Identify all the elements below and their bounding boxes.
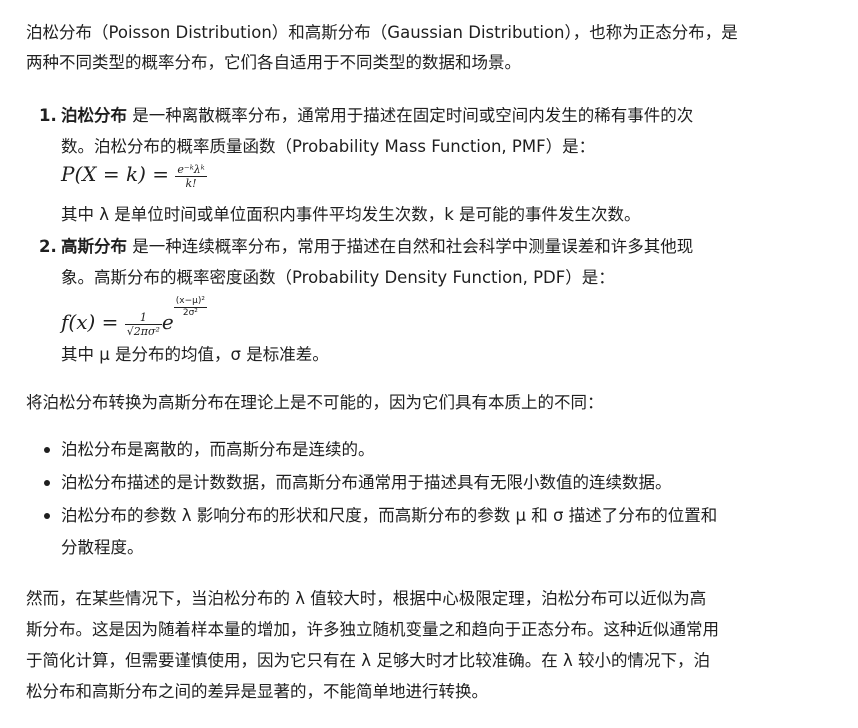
formula-exp-base: e xyxy=(161,310,174,334)
list-number: 1. xyxy=(39,106,57,125)
exponent-denominator: 2σ² xyxy=(182,308,198,318)
formula-denominator: √2πσ² xyxy=(126,325,160,338)
conclusion-line-1: 然而，在某些情况下，当泊松分布的 λ 值较大时，根据中心极限定理，泊松分布可以近… xyxy=(26,589,707,608)
formula-numerator: 1 xyxy=(124,311,162,325)
poisson-pmf-formula: P(X = k) = e⁻ᵏλᵏ k! xyxy=(61,162,207,190)
poisson-desc-1: 是一种离散概率分布，通常用于描述在固定时间或空间内发生的稀有事件的次 xyxy=(127,106,694,125)
conclusion-line-3: 于简化计算，但需要谨慎使用，因为它只有在 λ 足够大时才比较准确。在 λ 较小的… xyxy=(26,651,711,670)
formula-lhs: f(x) = xyxy=(61,310,125,334)
bullet-line-2: 分散程度。 xyxy=(61,538,144,557)
poisson-desc-2: 数。泊松分布的概率质量函数（Probability Mass Function,… xyxy=(61,137,596,156)
intro-paragraph: 泊松分布（Poisson Distribution）和高斯分布（Gaussian… xyxy=(26,18,834,78)
bullet-item: 泊松分布描述的是计数数据，而高斯分布通常用于描述具有无限小数值的连续数据。 xyxy=(61,473,672,492)
poisson-term: 泊松分布 xyxy=(61,106,127,125)
bullet-item: 泊松分布的参数 λ 影响分布的形状和尺度，而高斯分布的参数 μ 和 σ 描述了分… xyxy=(61,500,836,564)
bullet-line-1: 泊松分布的参数 λ 影响分布的形状和尺度，而高斯分布的参数 μ 和 σ 描述了分… xyxy=(61,506,718,525)
poisson-description: 泊松分布 是一种离散概率分布，通常用于描述在固定时间或空间内发生的稀有事件的次 … xyxy=(61,100,831,162)
bullet-dot xyxy=(44,480,50,486)
formula-fraction: e⁻ᵏλᵏ k! xyxy=(175,163,207,190)
poisson-note: 其中 λ 是单位时间或单位面积内事件平均发生次数，k 是可能的事件发生次数。 xyxy=(61,205,641,224)
conclusion-line-2: 斯分布。这是因为随着样本量的增加，许多独立随机变量之和趋向于正态分布。这种近似通… xyxy=(26,620,719,639)
transition-paragraph: 将泊松分布转换为高斯分布在理论上是不可能的，因为它们具有本质上的不同： xyxy=(26,393,604,412)
bullet-dot xyxy=(44,447,50,453)
gaussian-note: 其中 μ 是分布的均值，σ 是标准差。 xyxy=(61,345,329,364)
gaussian-description: 高斯分布 是一种连续概率分布，常用于描述在自然和社会科学中测量误差和许多其他现 … xyxy=(61,231,831,293)
formula-denominator: k! xyxy=(185,177,197,190)
intro-line-2: 两种不同类型的概率分布，它们各自适用于不同类型的数据和场景。 xyxy=(26,53,521,72)
formula-fraction: 1 √2πσ² xyxy=(124,311,162,338)
formula-lhs: P(X = k) = xyxy=(61,162,176,186)
exponent-numerator: (x−μ)² xyxy=(173,296,207,308)
intro-line-1: 泊松分布（Poisson Distribution）和高斯分布（Gaussian… xyxy=(26,23,738,42)
gaussian-term: 高斯分布 xyxy=(61,237,127,256)
gaussian-desc-1: 是一种连续概率分布，常用于描述在自然和社会科学中测量误差和许多其他现 xyxy=(127,237,694,256)
bullet-dot xyxy=(44,513,50,519)
conclusion-paragraph: 然而，在某些情况下，当泊松分布的 λ 值较大时，根据中心极限定理，泊松分布可以近… xyxy=(26,583,834,707)
document-page: 泊松分布（Poisson Distribution）和高斯分布（Gaussian… xyxy=(0,0,858,728)
gaussian-desc-2: 象。高斯分布的概率密度函数（Probability Density Functi… xyxy=(61,268,615,287)
formula-exponent: (x−μ)² 2σ² xyxy=(173,296,207,319)
bullet-item: 泊松分布是离散的，而高斯分布是连续的。 xyxy=(61,440,375,459)
gaussian-pdf-formula: f(x) = 1 √2πσ² e (x−μ)² 2σ² xyxy=(61,296,207,338)
list-number: 2. xyxy=(39,237,57,256)
conclusion-line-4: 松分布和高斯分布之间的差异是显著的，不能简单地进行转换。 xyxy=(26,682,488,701)
formula-numerator: e⁻ᵏλᵏ xyxy=(175,163,207,177)
